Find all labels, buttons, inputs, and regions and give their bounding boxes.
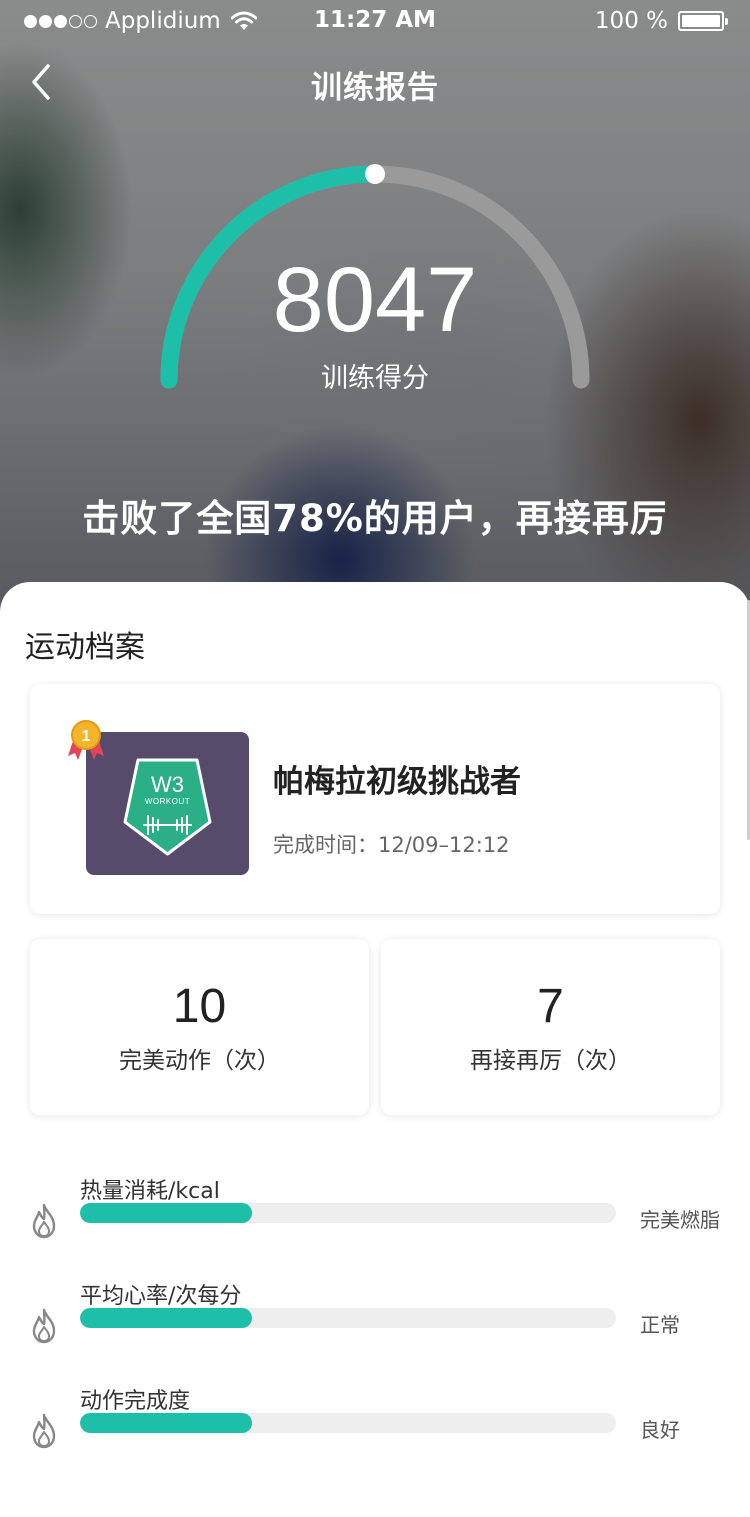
stat-card-keep-going[interactable]: 7 再接再厉（次） xyxy=(381,939,720,1115)
progress-fill xyxy=(80,1413,252,1433)
gauge-knob xyxy=(365,164,385,184)
stat-label: 再接再厉（次） xyxy=(470,1048,631,1074)
rank-message: 击败了全国78%的用户，再接再厉 xyxy=(82,497,668,540)
achievement-card[interactable]: W3 WORKOUT 1 帕梅拉初级挑战者 完成时间：12/09–12:12 xyxy=(30,684,720,914)
flame-icon xyxy=(32,1308,56,1344)
badge-subtext: WORKOUT xyxy=(145,797,190,806)
progress-track xyxy=(80,1203,616,1223)
metric-row-completion: 动作完成度 良好 xyxy=(0,1383,750,1463)
metric-label: 热量消耗/kcal xyxy=(80,1179,220,1204)
hero-header: Applidium 11:27 AM 100 % 训练报告 8047 训练得分 … xyxy=(0,0,750,640)
medal-icon: 1 xyxy=(68,720,104,760)
flame-icon xyxy=(32,1413,56,1449)
metric-label: 平均心率/次每分 xyxy=(80,1284,242,1309)
workout-badge: W3 WORKOUT xyxy=(86,732,249,875)
progress-track xyxy=(80,1308,616,1328)
metric-status: 良好 xyxy=(640,1418,680,1442)
progress-track xyxy=(80,1413,616,1433)
medal-number: 1 xyxy=(82,728,91,745)
progress-fill xyxy=(80,1203,252,1223)
metric-status: 正常 xyxy=(640,1313,680,1337)
progress-fill xyxy=(80,1308,252,1328)
achievement-name: 帕梅拉初级挑战者 xyxy=(273,764,521,800)
stat-value: 10 xyxy=(172,980,227,1033)
metric-row-calories: 热量消耗/kcal 完美燃脂 xyxy=(0,1173,750,1253)
achievement-time: 完成时间：12/09–12:12 xyxy=(273,833,510,857)
metric-label: 动作完成度 xyxy=(80,1389,191,1414)
flame-icon xyxy=(32,1203,56,1239)
w3-workout-shield-icon: W3 WORKOUT xyxy=(123,758,212,856)
stat-card-perfect-moves[interactable]: 10 完美动作（次） xyxy=(30,939,369,1115)
section-title: 运动档案 xyxy=(25,630,145,665)
metric-row-heart-rate: 平均心率/次每分 正常 xyxy=(0,1278,750,1358)
stat-label: 完美动作（次） xyxy=(119,1048,280,1074)
badge-text: W3 xyxy=(151,772,184,797)
score-label: 训练得分 xyxy=(321,363,429,394)
score-value: 8047 xyxy=(272,249,478,351)
stat-value: 7 xyxy=(537,980,564,1033)
metric-status: 完美燃脂 xyxy=(640,1208,720,1232)
